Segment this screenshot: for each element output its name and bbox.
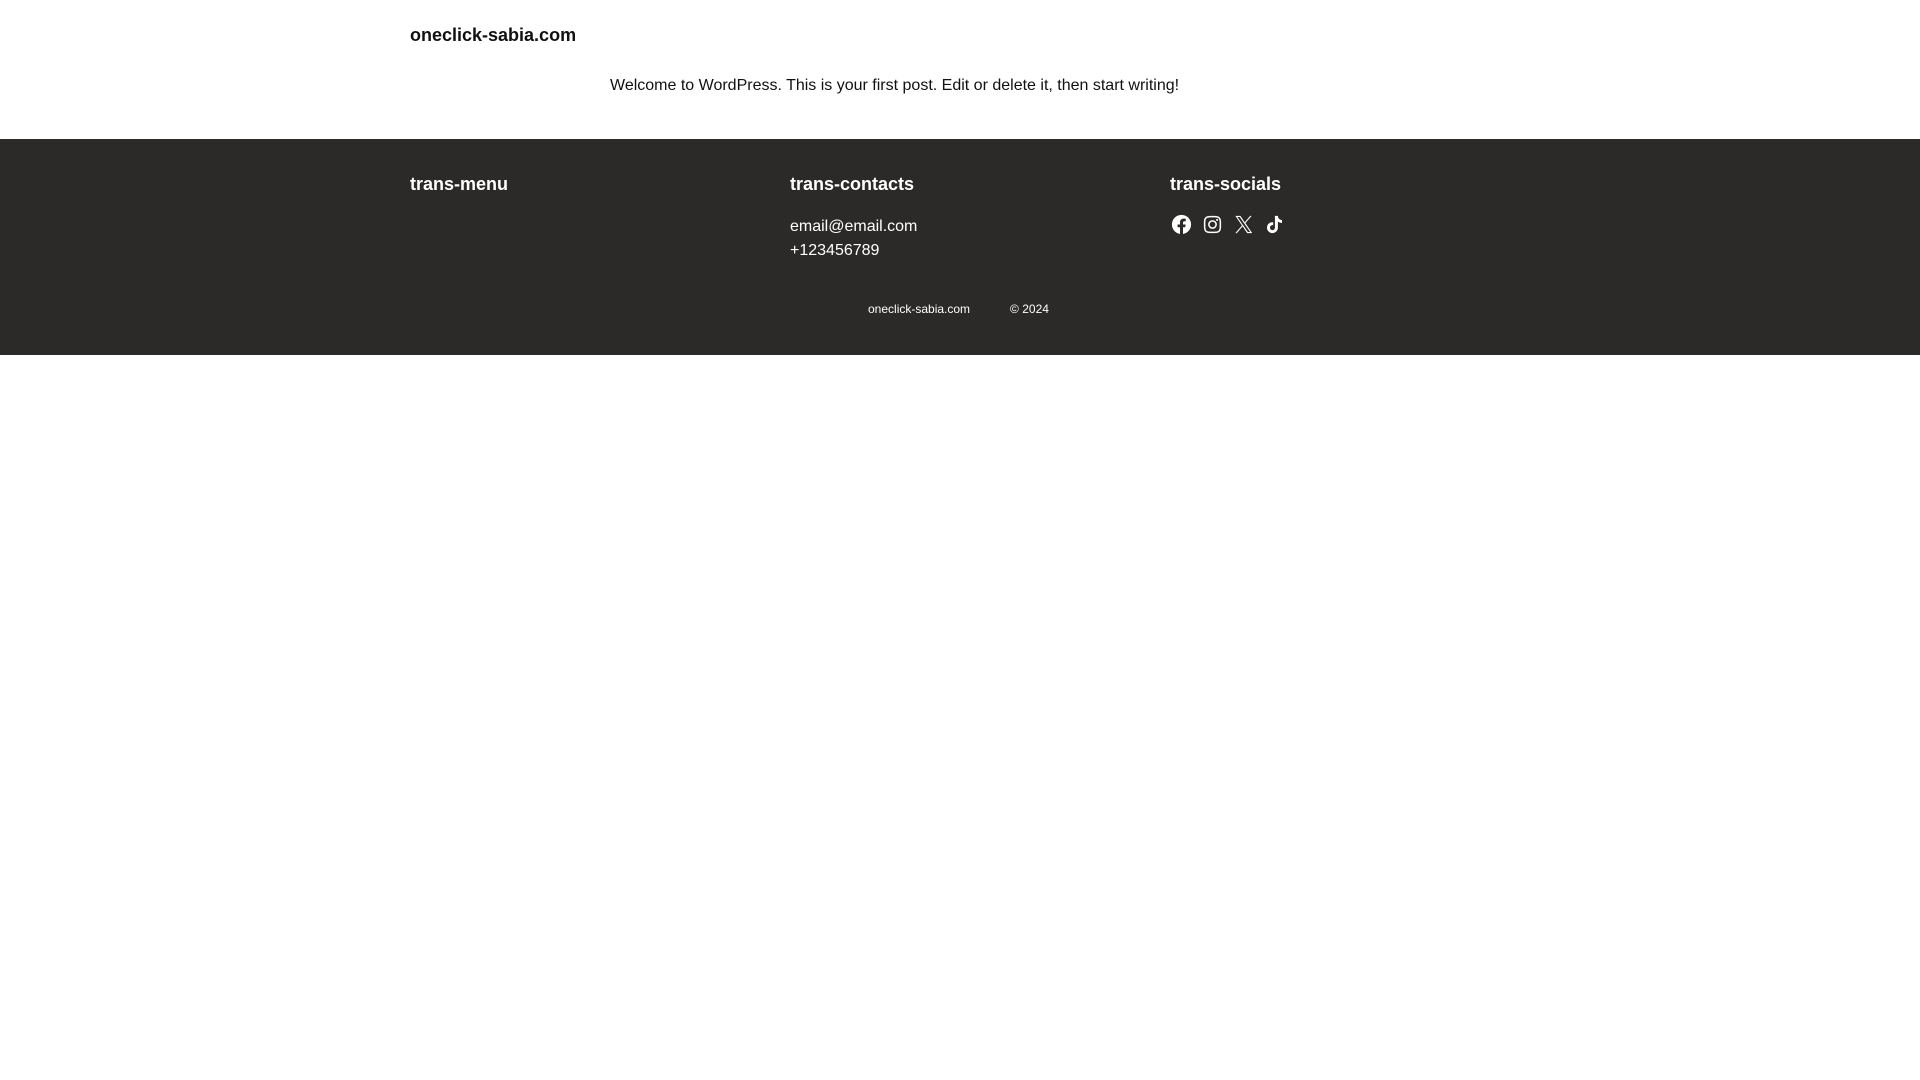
footer-copyright: © 2024 <box>1010 302 1049 316</box>
footer-socials-heading: trans-socials <box>1170 174 1282 194</box>
footer-menu-heading: trans-menu <box>410 174 509 194</box>
footer-contacts-heading: trans-contacts <box>790 174 915 194</box>
instagram-icon <box>1201 213 1224 241</box>
contact-phone: +123456789 <box>790 242 880 259</box>
site-title-link[interactable]: oneclick-sabia.com <box>410 25 576 46</box>
tiktok-link[interactable] <box>1263 215 1286 238</box>
social-links <box>1170 213 1286 241</box>
footer-bottom: oneclick-sabia.com © 2024 <box>868 302 1049 316</box>
site-header: oneclick-sabia.com Welcome to WordPress.… <box>0 0 1920 139</box>
facebook-icon <box>1170 213 1193 241</box>
post-content: Welcome to WordPress. This is your first… <box>610 77 1180 94</box>
footer-menu-column: trans-menu <box>410 172 508 196</box>
facebook-link[interactable] <box>1170 213 1193 241</box>
footer-site-name: oneclick-sabia.com <box>868 302 971 316</box>
footer-contacts-column: trans-contacts email@email.com +12345678… <box>790 172 917 263</box>
x-link[interactable] <box>1232 215 1255 238</box>
site-footer: trans-menu trans-contacts email@email.co… <box>0 139 1920 355</box>
instagram-link[interactable] <box>1201 215 1224 238</box>
footer-socials-column: trans-socials <box>1170 172 1286 238</box>
contacts-list: email@email.com +123456789 <box>790 215 917 263</box>
contact-email: email@email.com <box>790 218 918 235</box>
tiktok-icon <box>1263 213 1286 241</box>
x-icon <box>1232 213 1255 241</box>
